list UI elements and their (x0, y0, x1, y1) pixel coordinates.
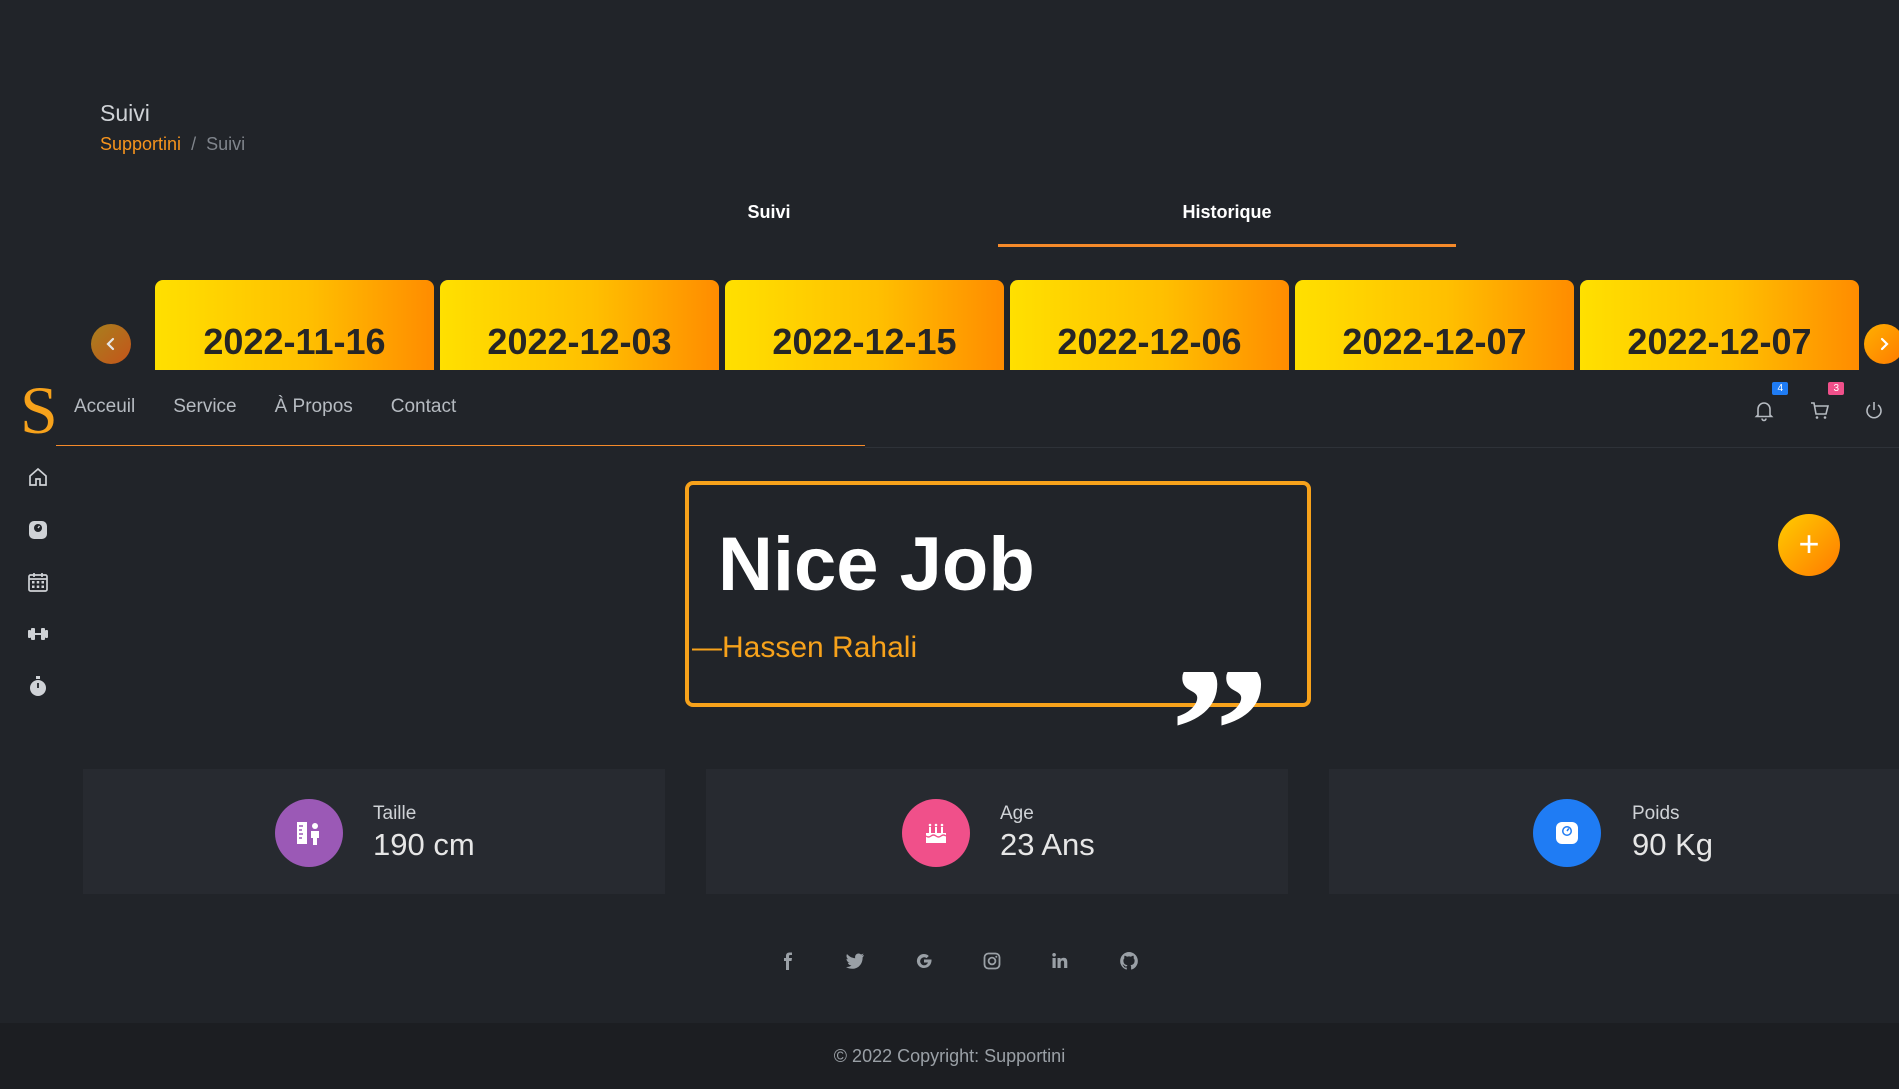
sidebar-item-weight[interactable] (26, 518, 50, 542)
nav-divider (865, 447, 1899, 448)
nav-link-acceuil[interactable]: Acceuil (74, 396, 135, 418)
chevron-left-icon (106, 337, 115, 351)
date-card[interactable]: 2022-12-06 (1010, 280, 1289, 370)
date-card[interactable]: 2022-12-03 (440, 280, 719, 370)
notification-badge: 4 (1772, 382, 1788, 395)
breadcrumb-home-link[interactable]: Supportini (100, 134, 181, 155)
nav-link-contact[interactable]: Contact (391, 396, 456, 418)
main-nav: Acceuil Service À Propos Contact (74, 396, 456, 418)
stat-value: 90 Kg (1632, 827, 1714, 862)
date-card[interactable]: 2022-11-16 (155, 280, 434, 370)
bell-icon (1754, 402, 1774, 422)
page-title: Suivi (100, 100, 150, 126)
stat-label: Taille (373, 803, 417, 824)
weight-scale-icon (29, 521, 47, 539)
nav-link-service[interactable]: Service (173, 396, 236, 418)
google-icon[interactable] (912, 949, 936, 973)
sidebar-item-timer[interactable] (26, 674, 50, 698)
instagram-icon[interactable] (980, 949, 1004, 973)
carousel-prev-button[interactable] (91, 324, 131, 364)
power-icon (1866, 402, 1882, 419)
cart-icon (1811, 402, 1830, 419)
cart-badge: 3 (1828, 382, 1844, 395)
date-card[interactable]: 2022-12-07 (1295, 280, 1574, 370)
stat-label: Poids (1632, 803, 1680, 824)
stopwatch-icon (30, 676, 46, 696)
breadcrumb: Supportini / Suivi (100, 134, 245, 155)
stat-label: Age (1000, 803, 1034, 824)
stat-card-age: Age 23 Ans (706, 769, 1288, 894)
date-carousel: 2022-11-16 2022-12-03 2022-12-15 2022-12… (88, 280, 1899, 370)
tab-suivi[interactable]: Suivi (540, 198, 998, 244)
linkedin-icon[interactable] (1048, 949, 1072, 973)
add-button[interactable]: + (1778, 514, 1840, 576)
breadcrumb-separator: / (191, 134, 197, 154)
footer-copyright: © 2022 Copyright: Supportini (0, 1023, 1899, 1089)
quote-text: Nice Job (718, 522, 1035, 607)
tab-historique[interactable]: Historique (998, 198, 1456, 247)
twitter-icon[interactable] (843, 949, 867, 973)
github-icon[interactable] (1117, 949, 1141, 973)
height-measure-icon (275, 799, 343, 867)
birthday-cake-icon (902, 799, 970, 867)
stat-card-poids: Poids 90 Kg (1329, 769, 1899, 894)
nav-underline (56, 445, 865, 446)
nav-link-a-propos[interactable]: À Propos (275, 396, 353, 418)
chevron-right-icon (1880, 337, 1889, 351)
sidebar-item-home[interactable] (26, 465, 50, 489)
stat-value: 23 Ans (1000, 827, 1095, 862)
weight-scale-icon (1533, 799, 1601, 867)
quote-author: —Hassen Rahali (692, 631, 918, 664)
date-card[interactable]: 2022-12-15 (725, 280, 1004, 370)
tab-bar: Suivi Historique (540, 198, 1458, 247)
carousel-next-button[interactable] (1864, 324, 1899, 364)
cart-button[interactable]: 3 (1808, 382, 1844, 422)
logo[interactable]: S (20, 375, 58, 445)
calendar-icon (28, 573, 48, 592)
sidebar-item-workout[interactable] (26, 622, 50, 646)
notifications-button[interactable]: 4 (1752, 382, 1788, 422)
home-icon (29, 467, 47, 486)
date-card[interactable]: 2022-12-07 (1580, 280, 1859, 370)
quote-mark-icon: ” (1170, 672, 1270, 782)
sidebar-item-calendar[interactable] (26, 570, 50, 594)
stat-card-taille: Taille 190 cm (83, 769, 665, 894)
facebook-icon[interactable] (776, 949, 800, 973)
dumbbell-icon (28, 628, 48, 640)
logout-button[interactable] (1862, 398, 1886, 422)
stat-value: 190 cm (373, 827, 475, 862)
breadcrumb-current: Suivi (206, 134, 246, 154)
